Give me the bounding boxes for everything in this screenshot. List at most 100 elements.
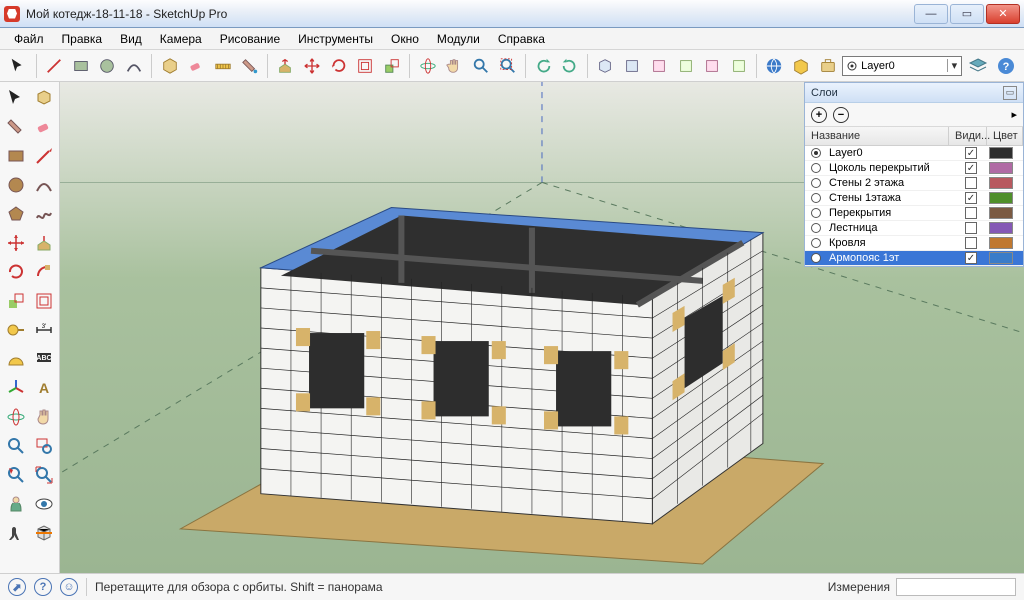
zoom-extents-icon[interactable] bbox=[30, 461, 57, 489]
zoom-icon[interactable] bbox=[2, 432, 29, 460]
tape-icon[interactable] bbox=[2, 316, 29, 344]
menu-tools[interactable]: Инструменты bbox=[290, 30, 381, 48]
select-icon[interactable] bbox=[2, 84, 29, 112]
layer-visible-checkbox[interactable] bbox=[965, 222, 977, 234]
menu-window[interactable]: Окно bbox=[383, 30, 427, 48]
menu-plugins[interactable]: Модули bbox=[429, 30, 488, 48]
protractor-icon[interactable] bbox=[2, 345, 29, 373]
rotate-icon[interactable] bbox=[2, 258, 29, 286]
cursor-icon[interactable] bbox=[6, 53, 31, 79]
paint-icon[interactable] bbox=[2, 113, 29, 141]
layer-visible-checkbox[interactable]: ✓ bbox=[965, 192, 977, 204]
col-name[interactable]: Название bbox=[805, 127, 949, 145]
layer-row[interactable]: Стены 2 этажа bbox=[805, 176, 1023, 191]
share-icon[interactable] bbox=[789, 53, 814, 79]
component-icon[interactable] bbox=[157, 53, 182, 79]
component-icon[interactable] bbox=[30, 84, 57, 112]
line-icon[interactable] bbox=[30, 142, 57, 170]
layer-color-swatch[interactable] bbox=[989, 252, 1013, 264]
front-icon[interactable] bbox=[647, 53, 672, 79]
menu-file[interactable]: Файл bbox=[6, 30, 52, 48]
layer-row[interactable]: Кровля bbox=[805, 236, 1023, 251]
zoom-window-icon[interactable] bbox=[30, 432, 57, 460]
col-visible[interactable]: Види... bbox=[949, 127, 987, 145]
push-icon[interactable] bbox=[30, 229, 57, 257]
rect-icon[interactable] bbox=[68, 53, 93, 79]
freehand-icon[interactable] bbox=[30, 200, 57, 228]
maximize-button[interactable]: ▭ bbox=[950, 4, 984, 24]
walk-icon[interactable] bbox=[2, 519, 29, 547]
circle-icon[interactable] bbox=[95, 53, 120, 79]
layer-row[interactable]: Армопояс 1эт✓ bbox=[805, 251, 1023, 266]
layer-active-radio[interactable] bbox=[811, 178, 821, 188]
menu-edit[interactable]: Правка bbox=[54, 30, 111, 48]
orbit-icon[interactable] bbox=[415, 53, 440, 79]
polygon-icon[interactable] bbox=[2, 200, 29, 228]
layer-row[interactable]: Перекрытия bbox=[805, 206, 1023, 221]
menu-help[interactable]: Справка bbox=[490, 30, 553, 48]
menu-camera[interactable]: Камера bbox=[152, 30, 210, 48]
look-around-icon[interactable] bbox=[30, 490, 57, 518]
zoom-extents-icon[interactable] bbox=[495, 53, 520, 79]
menu-view[interactable]: Вид bbox=[112, 30, 150, 48]
move-icon[interactable] bbox=[2, 229, 29, 257]
layer-row[interactable]: Layer0✓ bbox=[805, 146, 1023, 161]
layer-color-swatch[interactable] bbox=[989, 192, 1013, 204]
dimension-icon[interactable]: 3' bbox=[30, 316, 57, 344]
help-icon[interactable]: ? bbox=[994, 54, 1018, 78]
layer-color-swatch[interactable] bbox=[989, 177, 1013, 189]
orbit-icon[interactable] bbox=[2, 403, 29, 431]
offset-icon[interactable] bbox=[30, 287, 57, 315]
measure-input[interactable] bbox=[896, 578, 1016, 596]
layer-visible-checkbox[interactable] bbox=[965, 207, 977, 219]
section-icon[interactable] bbox=[30, 519, 57, 547]
zoom-icon[interactable] bbox=[469, 53, 494, 79]
move-icon[interactable] bbox=[300, 53, 325, 79]
circle-icon[interactable] bbox=[2, 171, 29, 199]
layer-color-swatch[interactable] bbox=[989, 222, 1013, 234]
iso-icon[interactable] bbox=[593, 53, 618, 79]
layer-row[interactable]: Стены 1этажа✓ bbox=[805, 191, 1023, 206]
rect-icon[interactable] bbox=[2, 142, 29, 170]
layer-active-radio[interactable] bbox=[811, 253, 821, 263]
layer-visible-checkbox[interactable] bbox=[965, 237, 977, 249]
text-icon[interactable]: ABC bbox=[30, 345, 57, 373]
top-icon[interactable] bbox=[620, 53, 645, 79]
layers-panel-title[interactable]: Слои ▭ bbox=[805, 83, 1023, 103]
arc-icon[interactable] bbox=[122, 53, 147, 79]
rotate-icon[interactable] bbox=[326, 53, 351, 79]
back-icon[interactable] bbox=[700, 53, 725, 79]
offset-icon[interactable] bbox=[353, 53, 378, 79]
paint-icon[interactable] bbox=[237, 53, 262, 79]
eraser-icon[interactable] bbox=[184, 53, 209, 79]
redo-view-icon[interactable] bbox=[558, 53, 583, 79]
position-camera-icon[interactable] bbox=[2, 490, 29, 518]
warehouse-icon[interactable] bbox=[762, 53, 787, 79]
eraser-icon[interactable] bbox=[30, 113, 57, 141]
layer-active-radio[interactable] bbox=[811, 193, 821, 203]
line-icon[interactable] bbox=[42, 53, 67, 79]
add-layer-icon[interactable]: + bbox=[811, 107, 827, 123]
layer-menu-icon[interactable]: ▸ bbox=[1011, 108, 1017, 121]
close-panel-icon[interactable]: ▭ bbox=[1003, 86, 1017, 100]
3dtext-icon[interactable]: A bbox=[30, 374, 57, 402]
scale-icon[interactable] bbox=[2, 287, 29, 315]
layer-visible-checkbox[interactable]: ✓ bbox=[965, 147, 977, 159]
layer-color-swatch[interactable] bbox=[989, 207, 1013, 219]
layer-color-swatch[interactable] bbox=[989, 147, 1013, 159]
close-button[interactable]: ✕ bbox=[986, 4, 1020, 24]
layer-visible-checkbox[interactable]: ✓ bbox=[965, 162, 977, 174]
right-icon[interactable] bbox=[673, 53, 698, 79]
left-icon[interactable] bbox=[727, 53, 752, 79]
undo-view-icon[interactable] bbox=[531, 53, 556, 79]
layers-panel-icon[interactable] bbox=[966, 54, 990, 78]
pan-icon[interactable] bbox=[442, 53, 467, 79]
geo-icon[interactable]: ⬈ bbox=[8, 578, 26, 596]
pan-icon[interactable] bbox=[30, 403, 57, 431]
person-icon[interactable]: ☺ bbox=[60, 578, 78, 596]
layer-active-radio[interactable] bbox=[811, 148, 821, 158]
previous-icon[interactable] bbox=[2, 461, 29, 489]
layer-active-radio[interactable] bbox=[811, 223, 821, 233]
3d-viewport[interactable]: Слои ▭ + − ▸ Название Види... Цвет Layer… bbox=[60, 82, 1024, 573]
layer-visible-checkbox[interactable] bbox=[965, 177, 977, 189]
